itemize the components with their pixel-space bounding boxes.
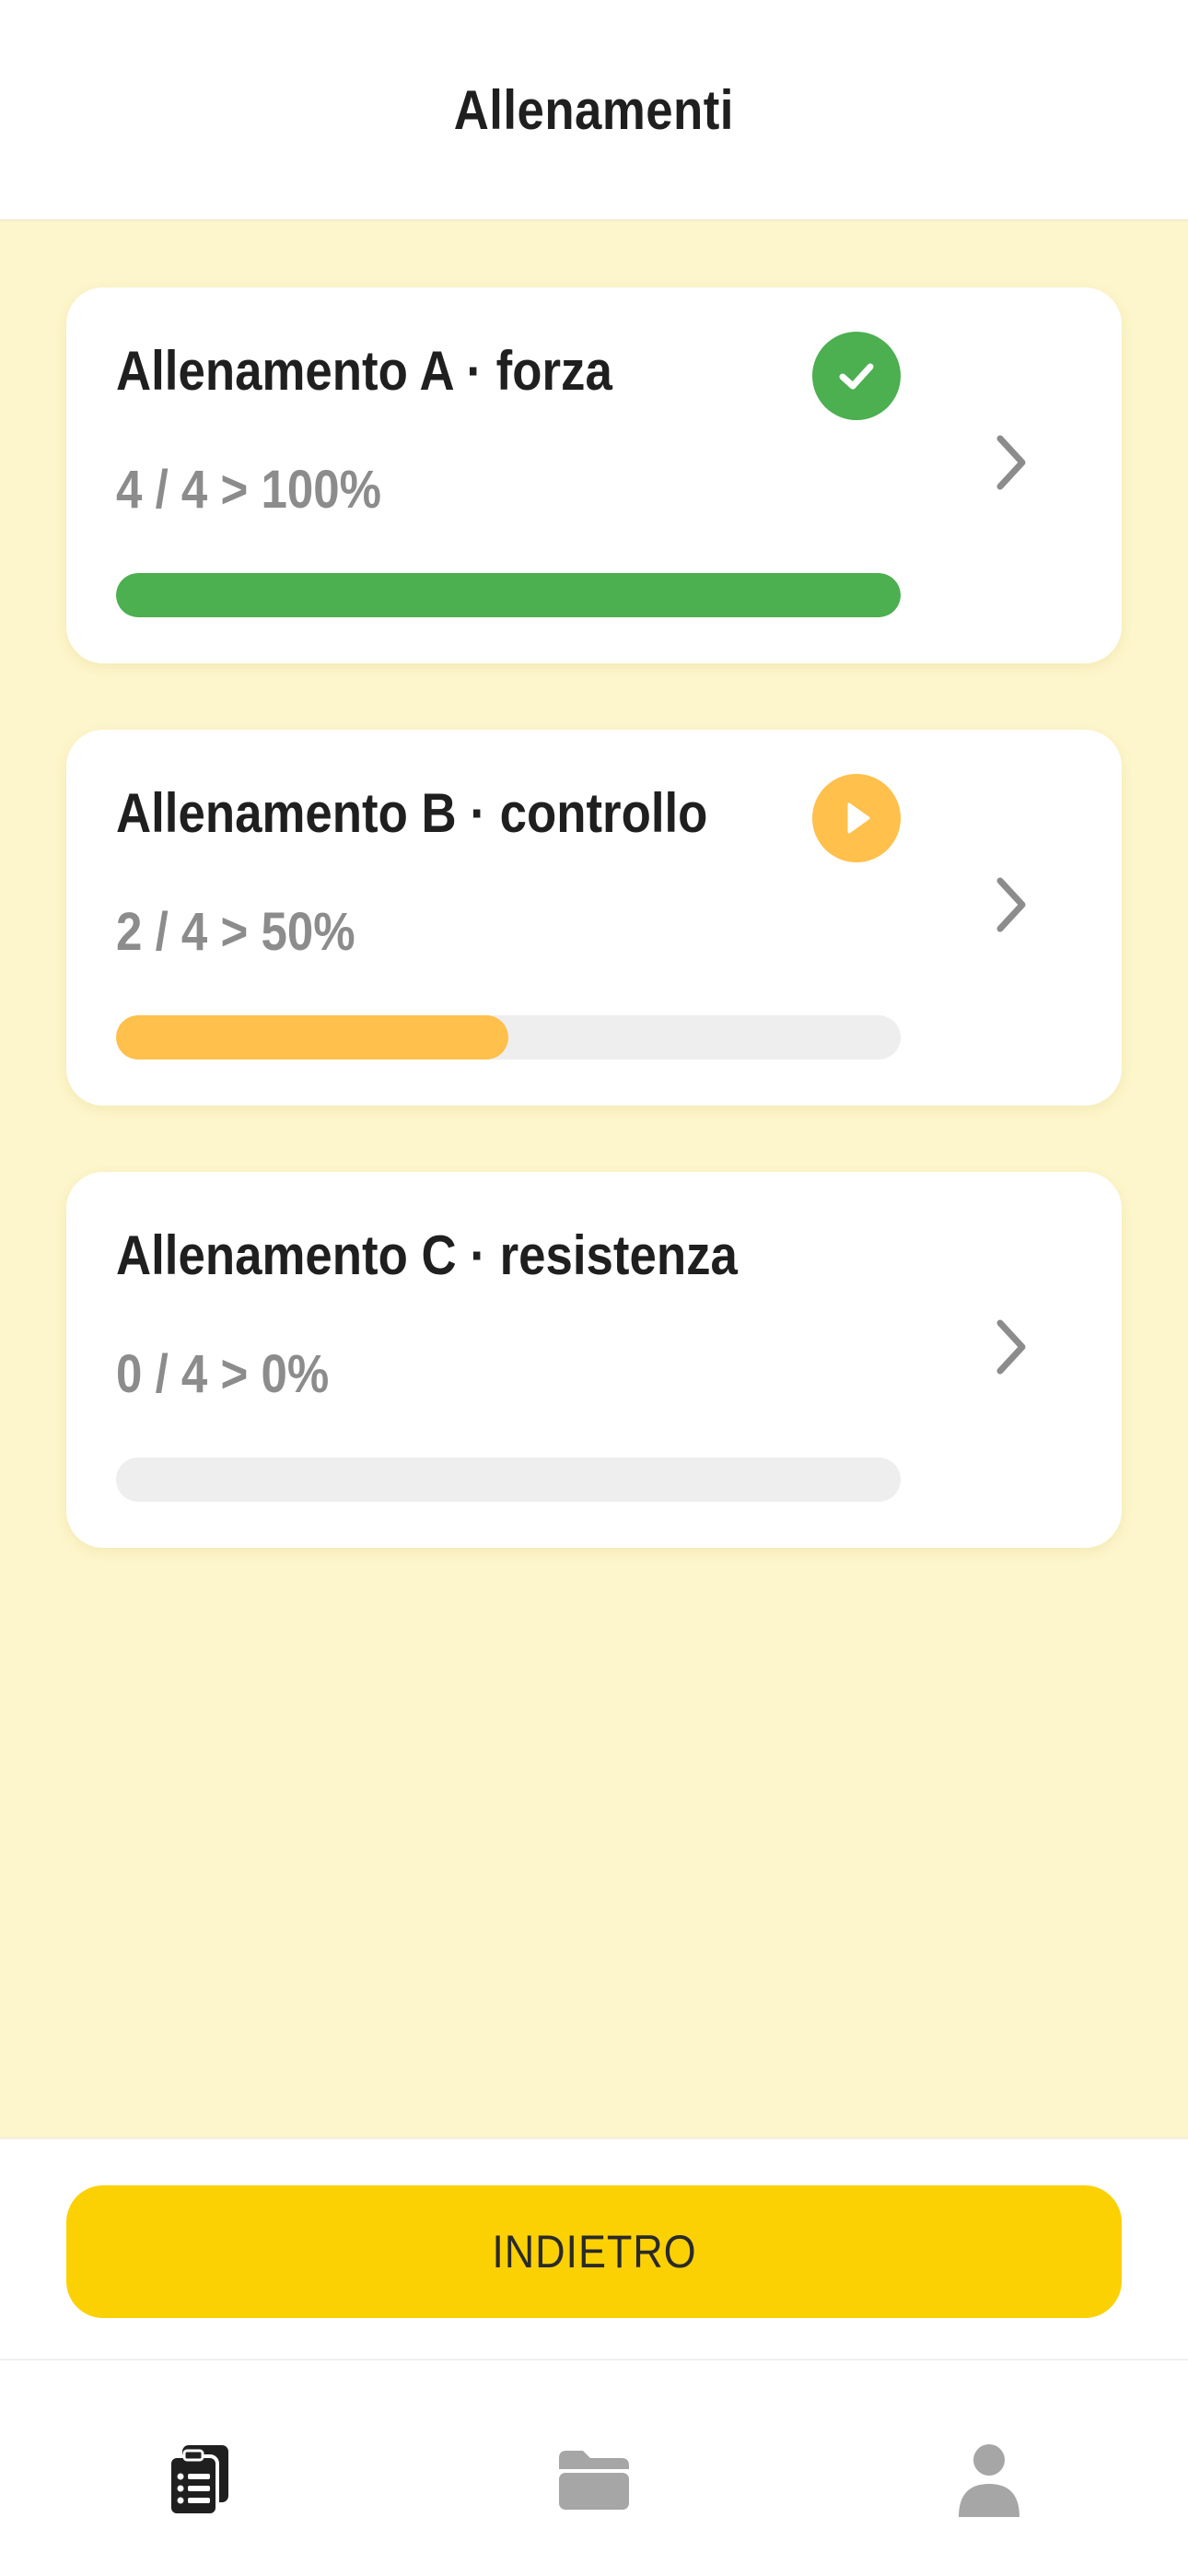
workout-card-c[interactable]: Allenamento C · resistenza 0 / 4 > 0%	[66, 1172, 1122, 1548]
chevron-right-icon[interactable]	[984, 426, 1039, 499]
workout-title: Allenamento B · controllo	[116, 782, 708, 844]
page-title: Allenamenti	[453, 78, 735, 141]
workout-progress-text: 2 / 4 > 50%	[116, 902, 355, 962]
chevron-right-icon[interactable]	[984, 1310, 1039, 1384]
check-icon	[812, 332, 901, 420]
bottom-action-area: INDIETRO	[0, 2137, 1188, 2359]
progress-bar	[116, 1458, 901, 1502]
back-button[interactable]: INDIETRO	[66, 2185, 1122, 2318]
app-root: Allenamenti Allenamento A · forza 4 / 4 …	[0, 0, 1188, 2576]
workout-title: Allenamento A · forza	[116, 340, 612, 402]
progress-bar-fill	[116, 573, 901, 617]
back-button-label: INDIETRO	[491, 2226, 697, 2277]
folder-icon	[559, 2451, 629, 2510]
workout-card-b[interactable]: Allenamento B · controllo 2 / 4 > 50%	[66, 730, 1122, 1106]
workout-progress-text: 0 / 4 > 0%	[116, 1344, 330, 1404]
play-icon	[812, 774, 901, 862]
progress-bar-fill	[116, 1015, 508, 1060]
app-header: Allenamenti	[0, 0, 1188, 221]
user-icon	[959, 2444, 1019, 2517]
progress-bar	[116, 573, 901, 617]
tab-workouts[interactable]	[153, 2434, 245, 2526]
workout-progress-text: 4 / 4 > 100%	[116, 460, 382, 520]
progress-bar	[116, 1015, 901, 1060]
workout-list: Allenamento A · forza 4 / 4 > 100% Allen…	[0, 221, 1188, 2137]
tab-folders[interactable]	[548, 2434, 640, 2526]
workout-card-a[interactable]: Allenamento A · forza 4 / 4 > 100%	[66, 287, 1122, 663]
tab-profile[interactable]	[943, 2434, 1035, 2526]
workout-title: Allenamento C · resistenza	[116, 1224, 738, 1286]
chevron-right-icon[interactable]	[984, 868, 1039, 942]
bottom-tab-bar	[0, 2359, 1188, 2576]
clipboard-list-icon	[168, 2445, 228, 2517]
